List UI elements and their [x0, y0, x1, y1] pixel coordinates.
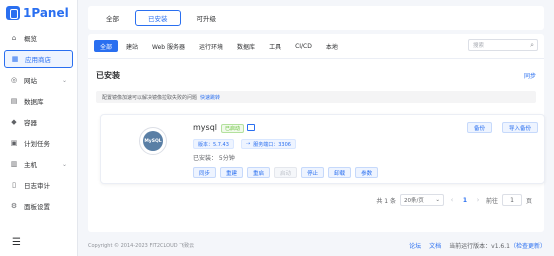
- page-number[interactable]: 1: [460, 197, 470, 204]
- sidebar-item-label: 主机: [24, 161, 37, 169]
- tab-installed[interactable]: 已安装: [135, 10, 181, 26]
- divider: [88, 58, 544, 59]
- sidebar-item-database[interactable]: ▤ 数据库: [4, 92, 73, 110]
- version-info: 当前运行版本：v1.6.1（检查更新）: [449, 241, 546, 250]
- version-tag: 版本：5.7.43: [193, 139, 234, 149]
- chevron-down-icon: ⌄: [61, 76, 67, 84]
- sidebar-item-label: 网站: [24, 77, 37, 85]
- notice-text: 配置镜像加速可以解决镜像拉取失败的问题: [102, 94, 198, 101]
- sidebar-item-logs[interactable]: ▯ 日志审计: [4, 176, 73, 194]
- sidebar-item-label: 应用商店: [25, 56, 51, 64]
- filter-website[interactable]: 建站: [120, 40, 144, 52]
- settings-icon: ⚙: [10, 202, 18, 210]
- chevron-down-icon: ⌄: [435, 197, 440, 203]
- port-label: 服务端口：3306: [253, 141, 291, 148]
- forum-link[interactable]: 论坛: [409, 241, 421, 250]
- sidebar-item-label: 计划任务: [24, 140, 50, 148]
- calendar-icon: ▣: [10, 139, 18, 147]
- sync-link[interactable]: 同步: [524, 71, 536, 80]
- chevron-down-icon: ⌄: [61, 160, 67, 168]
- folder-icon[interactable]: [247, 124, 255, 131]
- restart-button[interactable]: 重启: [247, 167, 271, 178]
- port-icon: ⇢: [246, 141, 251, 147]
- page-size-value: 20条/页: [403, 198, 424, 204]
- app-logo: MySQL: [139, 127, 167, 155]
- stop-button[interactable]: 停止: [301, 167, 325, 178]
- filter-runtime[interactable]: 运行环境: [193, 40, 229, 52]
- mirror-notice: 配置镜像加速可以解决镜像拉取失败的问题 快速跳转: [96, 91, 536, 103]
- app-card: MySQL mysql 已启动 版本：5.7.43 ⇢ 服务端口：3306 已安…: [100, 114, 545, 184]
- sync-button[interactable]: 同步: [193, 167, 217, 178]
- docs-link[interactable]: 文档: [429, 241, 441, 250]
- logo-icon: [6, 6, 20, 20]
- sidebar-item-label: 数据库: [24, 98, 44, 106]
- sidebar-item-settings[interactable]: ⚙ 面板设置: [4, 197, 73, 215]
- sidebar-item-host[interactable]: ▥ 主机 ⌄: [4, 155, 73, 173]
- sidebar-item-label: 日志审计: [24, 182, 50, 190]
- sidebar-item-container[interactable]: ◆ 容器: [4, 113, 73, 131]
- top-tabs: 全部 已安装 可升级: [88, 6, 544, 30]
- footer-links: 论坛 文档 当前运行版本：v1.6.1（检查更新）: [409, 241, 546, 250]
- main-content: 全部 已安装 可升级 全部 建站 Web 服务器 运行环境 数据库 工具 CI/…: [78, 0, 554, 256]
- backup-button[interactable]: 备份: [466, 122, 492, 133]
- app-name: mysql: [193, 123, 217, 132]
- sidebar-item-label: 容器: [24, 119, 37, 127]
- import-backup-button[interactable]: 导入备份: [501, 122, 538, 133]
- prev-page-icon[interactable]: ‹: [448, 196, 456, 204]
- params-button[interactable]: 参数: [355, 167, 379, 178]
- sidebar: 1Panel ⌂ 概览 ▦ 应用商店 ◎ 网站 ⌄ ▤ 数据库 ◆ 容器 ▣ 计…: [0, 0, 78, 256]
- port-tag: ⇢ 服务端口：3306: [241, 139, 296, 149]
- sidebar-item-app-store[interactable]: ▦ 应用商店: [4, 50, 73, 68]
- log-icon: ▯: [12, 181, 16, 189]
- installed-time: 已安装： 5分钟: [193, 155, 235, 162]
- search-placeholder: 搜索: [473, 43, 485, 49]
- sidebar-item-label: 面板设置: [24, 203, 50, 211]
- pagination: 共 1 条 20条/页 ⌄ ‹ 1 › 前往 1 页: [376, 194, 532, 206]
- start-button[interactable]: 启动: [274, 167, 298, 178]
- installed-panel: 全部 建站 Web 服务器 运行环境 数据库 工具 CI/CD 本地 搜索 ⌕ …: [88, 34, 545, 232]
- home-icon: ⌂: [11, 34, 17, 42]
- total-count: 共 1 条: [376, 197, 396, 205]
- sidebar-item-overview[interactable]: ⌂ 概览: [4, 29, 73, 47]
- grid-icon: ▦: [11, 55, 19, 63]
- sidebar-item-cron[interactable]: ▣ 计划任务: [4, 134, 73, 152]
- rebuild-button[interactable]: 重建: [220, 167, 244, 178]
- search-input[interactable]: 搜索 ⌕: [468, 39, 538, 51]
- page-suffix: 页: [525, 197, 532, 205]
- globe-icon: ◎: [10, 76, 18, 84]
- sidebar-item-label: 概览: [24, 35, 37, 43]
- status-badge: 已启动: [221, 124, 245, 133]
- menu-collapse-icon[interactable]: ☰: [12, 237, 21, 248]
- goto-page-input[interactable]: 1: [501, 194, 522, 206]
- app-actions: 同步 重建 重启 启动 停止 卸载 参数: [193, 167, 379, 178]
- version-label: 版本：5.7.43: [198, 141, 229, 148]
- logo-text: 1Panel: [23, 6, 69, 20]
- section-title: 已安装: [96, 71, 120, 80]
- filter-database[interactable]: 数据库: [231, 40, 261, 52]
- filter-cicd[interactable]: CI/CD: [289, 40, 318, 52]
- page-size-select[interactable]: 20条/页 ⌄: [399, 194, 444, 206]
- logo[interactable]: 1Panel: [0, 0, 77, 26]
- next-page-icon[interactable]: ›: [474, 196, 482, 204]
- database-icon: ▤: [10, 97, 18, 105]
- version-text: 当前运行版本：v1.6.1: [449, 242, 510, 250]
- filter-all[interactable]: 全部: [94, 40, 119, 52]
- tab-upgradable[interactable]: 可升级: [185, 10, 229, 26]
- tab-all[interactable]: 全部: [94, 10, 131, 26]
- footer: Copyright © 2014-2023 FIT2CLOUD 飞致云 论坛 文…: [88, 240, 546, 250]
- quick-jump-link[interactable]: 快速跳转: [200, 94, 220, 101]
- filter-tools[interactable]: 工具: [263, 40, 287, 52]
- uninstall-button[interactable]: 卸载: [328, 167, 352, 178]
- server-icon: ▥: [10, 160, 18, 168]
- filter-web-server[interactable]: Web 服务器: [146, 40, 191, 52]
- mysql-logo-icon: MySQL: [143, 131, 163, 151]
- copyright: Copyright © 2014-2023 FIT2CLOUD 飞致云: [88, 242, 195, 249]
- sidebar-item-website[interactable]: ◎ 网站 ⌄: [4, 71, 73, 89]
- filter-local[interactable]: 本地: [320, 40, 344, 52]
- docker-icon: ◆: [11, 118, 17, 126]
- goto-label: 前往: [485, 197, 498, 205]
- check-update-link[interactable]: （检查更新）: [510, 243, 546, 250]
- search-icon[interactable]: ⌕: [530, 41, 534, 50]
